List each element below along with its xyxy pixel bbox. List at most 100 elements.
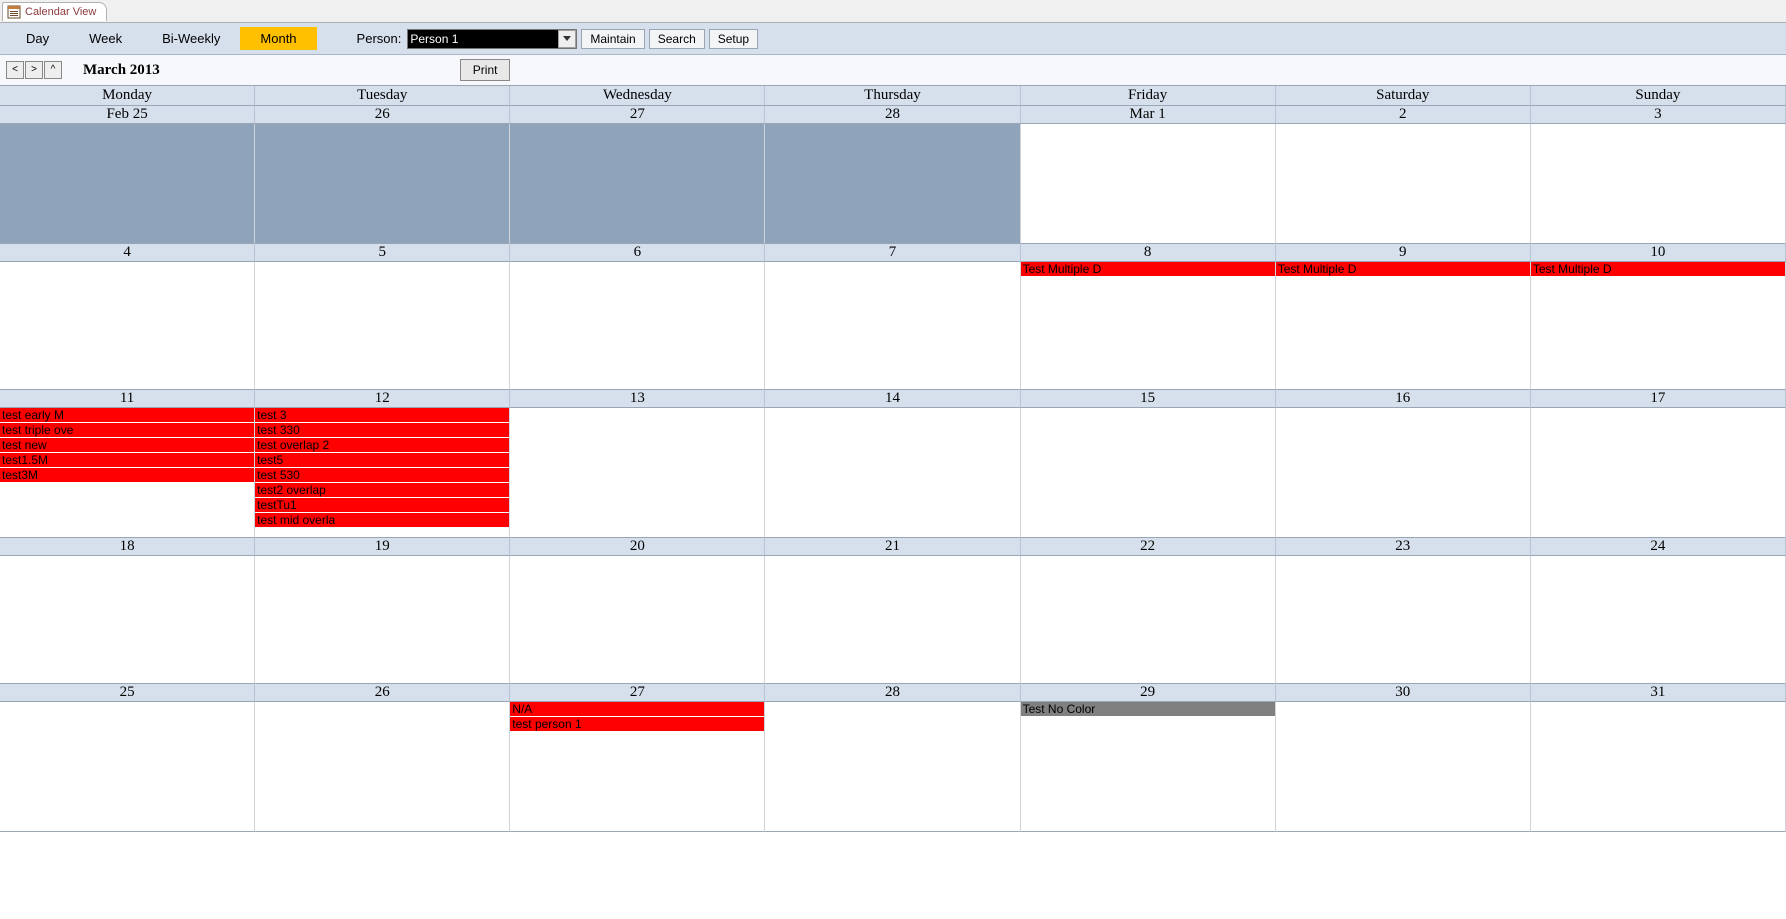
day-cell[interactable]: N/Atest person 1 — [510, 702, 765, 832]
calendar-event[interactable]: test overlap 2 — [255, 438, 509, 452]
next-month-button[interactable]: > — [25, 61, 43, 79]
calendar-event[interactable]: test new — [0, 438, 254, 452]
day-cell[interactable] — [0, 556, 255, 684]
date-cell[interactable]: 28 — [765, 684, 1020, 702]
date-cell[interactable]: 29 — [1021, 684, 1276, 702]
date-cell[interactable]: 20 — [510, 538, 765, 556]
day-cell[interactable] — [510, 408, 765, 538]
maintain-button[interactable]: Maintain — [581, 29, 644, 49]
day-cell[interactable] — [1531, 124, 1786, 244]
day-cell[interactable] — [1276, 702, 1531, 832]
day-cell[interactable] — [255, 702, 510, 832]
day-cell[interactable] — [765, 556, 1020, 684]
day-cell[interactable] — [1531, 702, 1786, 832]
day-cell[interactable] — [510, 556, 765, 684]
date-cell[interactable]: 21 — [765, 538, 1020, 556]
day-cell[interactable] — [0, 124, 255, 244]
date-cell[interactable]: 27 — [510, 684, 765, 702]
day-cell[interactable] — [1276, 408, 1531, 538]
date-cell[interactable]: 3 — [1531, 106, 1786, 124]
date-cell[interactable]: 7 — [765, 244, 1020, 262]
view-month-button[interactable]: Month — [240, 27, 316, 50]
date-cell[interactable]: 4 — [0, 244, 255, 262]
date-cell[interactable]: 25 — [0, 684, 255, 702]
tab-calendar-view[interactable]: Calendar View — [2, 2, 107, 21]
calendar-event[interactable]: Test Multiple D — [1276, 262, 1530, 276]
calendar-event[interactable]: test triple ove — [0, 423, 254, 437]
day-cell[interactable] — [1276, 556, 1531, 684]
calendar-event[interactable]: test early M — [0, 408, 254, 422]
calendar-event[interactable]: test3M — [0, 468, 254, 482]
date-cell[interactable]: 10 — [1531, 244, 1786, 262]
day-cell[interactable] — [1021, 408, 1276, 538]
date-cell[interactable]: 22 — [1021, 538, 1276, 556]
calendar-event[interactable]: testTu1 — [255, 498, 509, 512]
up-button[interactable]: ^ — [44, 61, 62, 79]
calendar-event[interactable]: N/A — [510, 702, 764, 716]
day-cell[interactable]: test 3test 330test overlap 2test5test 53… — [255, 408, 510, 538]
date-cell[interactable]: Feb 25 — [0, 106, 255, 124]
date-cell[interactable]: 6 — [510, 244, 765, 262]
view-day-button[interactable]: Day — [6, 27, 69, 50]
day-cell[interactable] — [1531, 408, 1786, 538]
day-cell[interactable] — [765, 408, 1020, 538]
date-cell[interactable]: 26 — [255, 106, 510, 124]
day-cell[interactable] — [765, 262, 1020, 390]
calendar-event[interactable]: Test Multiple D — [1021, 262, 1275, 276]
day-cell[interactable]: test early Mtest triple ovetest newtest1… — [0, 408, 255, 538]
date-cell[interactable]: 8 — [1021, 244, 1276, 262]
view-week-button[interactable]: Week — [69, 27, 142, 50]
day-cell[interactable] — [0, 262, 255, 390]
date-cell[interactable]: 17 — [1531, 390, 1786, 408]
day-cell[interactable] — [510, 262, 765, 390]
date-cell[interactable]: 28 — [765, 106, 1020, 124]
day-cell[interactable] — [1021, 556, 1276, 684]
date-cell[interactable]: 24 — [1531, 538, 1786, 556]
calendar-event[interactable]: Test Multiple D — [1531, 262, 1785, 276]
person-select[interactable] — [407, 29, 577, 49]
day-cell[interactable] — [510, 124, 765, 244]
date-cell[interactable]: 23 — [1276, 538, 1531, 556]
calendar-event[interactable]: test person 1 — [510, 717, 764, 731]
day-cell[interactable]: Test Multiple D — [1021, 262, 1276, 390]
date-cell[interactable]: 12 — [255, 390, 510, 408]
day-cell[interactable]: Test No Color — [1021, 702, 1276, 832]
day-cell[interactable] — [255, 556, 510, 684]
date-cell[interactable]: 27 — [510, 106, 765, 124]
day-cell[interactable] — [1276, 124, 1531, 244]
calendar-event[interactable]: test5 — [255, 453, 509, 467]
date-cell[interactable]: 16 — [1276, 390, 1531, 408]
date-cell[interactable]: 18 — [0, 538, 255, 556]
date-cell[interactable]: 30 — [1276, 684, 1531, 702]
date-cell[interactable]: 19 — [255, 538, 510, 556]
date-cell[interactable]: 13 — [510, 390, 765, 408]
calendar-event[interactable]: test 330 — [255, 423, 509, 437]
date-cell[interactable]: Mar 1 — [1021, 106, 1276, 124]
day-cell[interactable] — [0, 702, 255, 832]
day-cell[interactable] — [765, 124, 1020, 244]
print-button[interactable]: Print — [460, 59, 511, 81]
prev-month-button[interactable]: < — [6, 61, 24, 79]
day-cell[interactable] — [1531, 556, 1786, 684]
calendar-event[interactable]: test mid overla — [255, 513, 509, 527]
date-cell[interactable]: 9 — [1276, 244, 1531, 262]
date-cell[interactable]: 14 — [765, 390, 1020, 408]
date-cell[interactable]: 2 — [1276, 106, 1531, 124]
calendar-event[interactable]: test1.5M — [0, 453, 254, 467]
calendar-event[interactable]: test 3 — [255, 408, 509, 422]
setup-button[interactable]: Setup — [709, 29, 758, 49]
date-cell[interactable]: 26 — [255, 684, 510, 702]
day-cell[interactable] — [255, 262, 510, 390]
day-cell[interactable] — [1021, 124, 1276, 244]
day-cell[interactable]: Test Multiple D — [1276, 262, 1531, 390]
day-cell[interactable] — [765, 702, 1020, 832]
search-button[interactable]: Search — [649, 29, 705, 49]
date-cell[interactable]: 31 — [1531, 684, 1786, 702]
calendar-event[interactable]: test2 overlap — [255, 483, 509, 497]
day-cell[interactable] — [255, 124, 510, 244]
date-cell[interactable]: 11 — [0, 390, 255, 408]
date-cell[interactable]: 5 — [255, 244, 510, 262]
view-biweekly-button[interactable]: Bi-Weekly — [142, 27, 240, 50]
date-cell[interactable]: 15 — [1021, 390, 1276, 408]
calendar-event[interactable]: Test No Color — [1021, 702, 1275, 716]
